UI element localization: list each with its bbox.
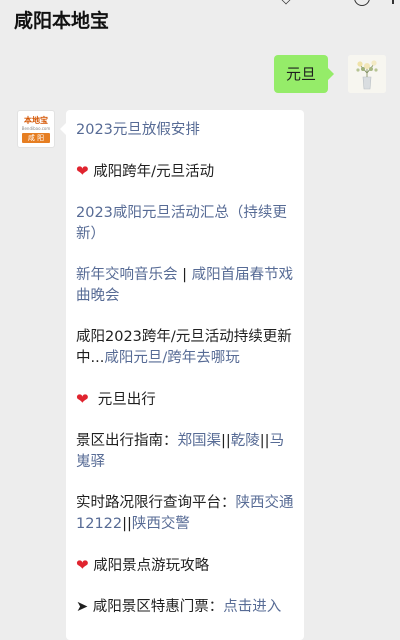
heart-icon: ❤ (76, 390, 89, 408)
tickets-label: ➤ 咸阳景区特惠门票： (76, 599, 224, 615)
account-avatar[interactable]: 本地宝 Bendibao.com 咸 阳 (17, 110, 55, 148)
call-icon[interactable] (278, 0, 293, 5)
link-holiday-schedule[interactable]: 2023元旦放假安排 (76, 122, 200, 138)
separator: || (122, 516, 132, 532)
link-zhengguoqu[interactable]: 郑国渠 (178, 433, 222, 449)
heart-icon: ❤ (76, 556, 89, 574)
my-avatar[interactable] (348, 55, 386, 93)
logo-text: 本地宝 (24, 116, 48, 125)
link-traffic-police[interactable]: 陕西交警 (132, 516, 190, 532)
flower-vase-icon (348, 55, 386, 93)
guide-label: 景区出行指南： (76, 433, 178, 449)
heart-icon: ❤ (76, 162, 89, 180)
link-tickets[interactable]: 点击进入 (223, 599, 281, 615)
incoming-bubble: 2023元旦放假安排 ❤ 咸阳跨年/元旦活动 2023咸阳元旦活动汇总（持续更新… (60, 110, 304, 640)
header-icons (260, 0, 400, 10)
message-content: 2023元旦放假安排 ❤ 咸阳跨年/元旦活动 2023咸阳元旦活动汇总（持续更新… (76, 120, 298, 638)
separator: | (177, 267, 192, 283)
outgoing-message-row: 元旦 (246, 55, 386, 95)
link-concert[interactable]: 新年交响音乐会 (76, 267, 178, 283)
link-qianling[interactable]: 乾陵 (231, 433, 260, 449)
more-icon[interactable] (392, 0, 394, 4)
chat-title: 咸阳本地宝 (14, 10, 110, 32)
section-heading: 咸阳跨年/元旦活动 (93, 164, 215, 180)
link-events-summary[interactable]: 2023咸阳元旦活动汇总（持续更新） (76, 205, 287, 242)
outgoing-bubble[interactable]: 元旦 (273, 55, 335, 93)
search-icon[interactable] (354, 0, 370, 6)
separator: || (221, 433, 231, 449)
chat-header: 咸阳本地宝 (0, 0, 400, 40)
traffic-label: 实时路况限行查询平台： (76, 495, 236, 511)
section-heading: 元旦出行 (97, 392, 156, 408)
logo-city: 咸 阳 (22, 133, 50, 143)
link-where-to-go[interactable]: 咸阳元旦/跨年去哪玩 (104, 350, 239, 366)
section-heading: 咸阳景点游玩攻略 (93, 558, 210, 574)
separator: || (259, 433, 270, 449)
logo-subtext: Bendibao.com (21, 126, 51, 131)
